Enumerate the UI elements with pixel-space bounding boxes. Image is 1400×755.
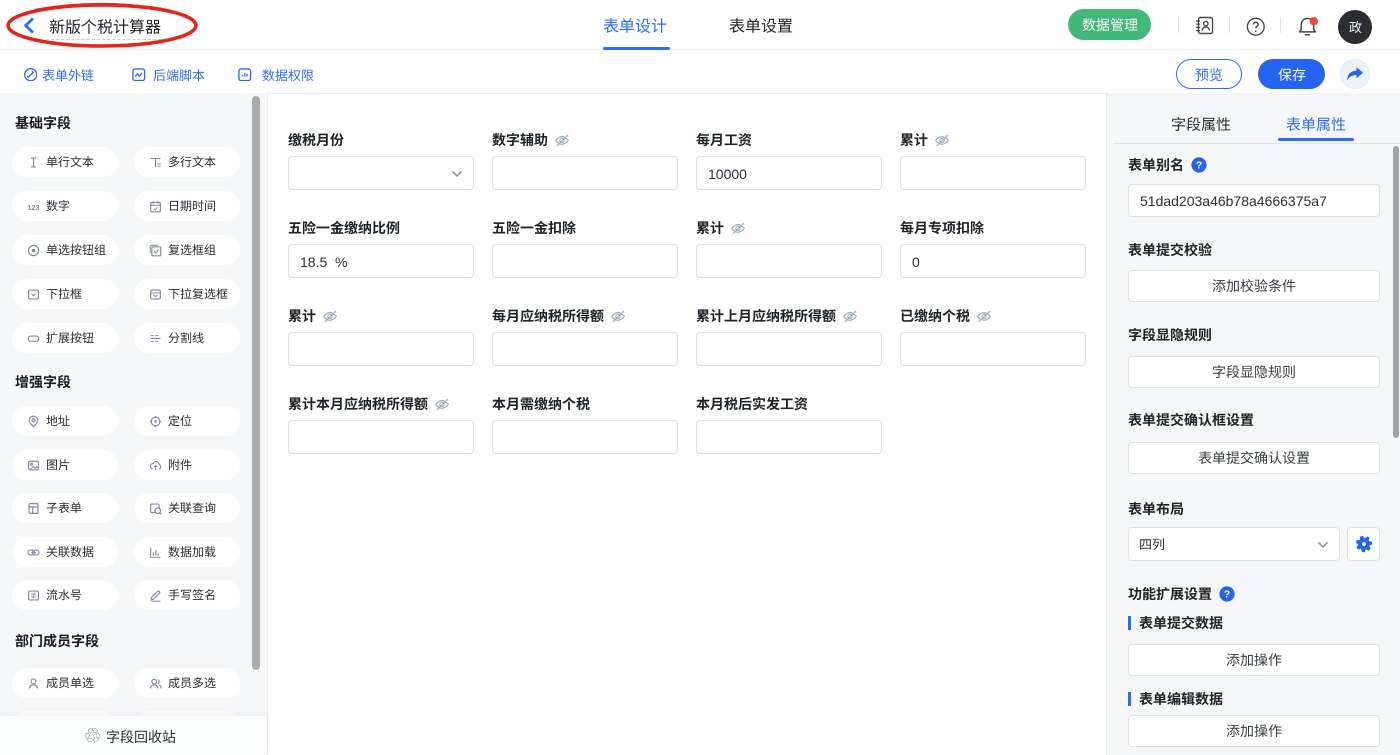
svg-text:?: ? bbox=[1224, 589, 1230, 601]
svg-text:?: ? bbox=[1196, 160, 1202, 172]
svg-text:123: 123 bbox=[27, 202, 39, 211]
